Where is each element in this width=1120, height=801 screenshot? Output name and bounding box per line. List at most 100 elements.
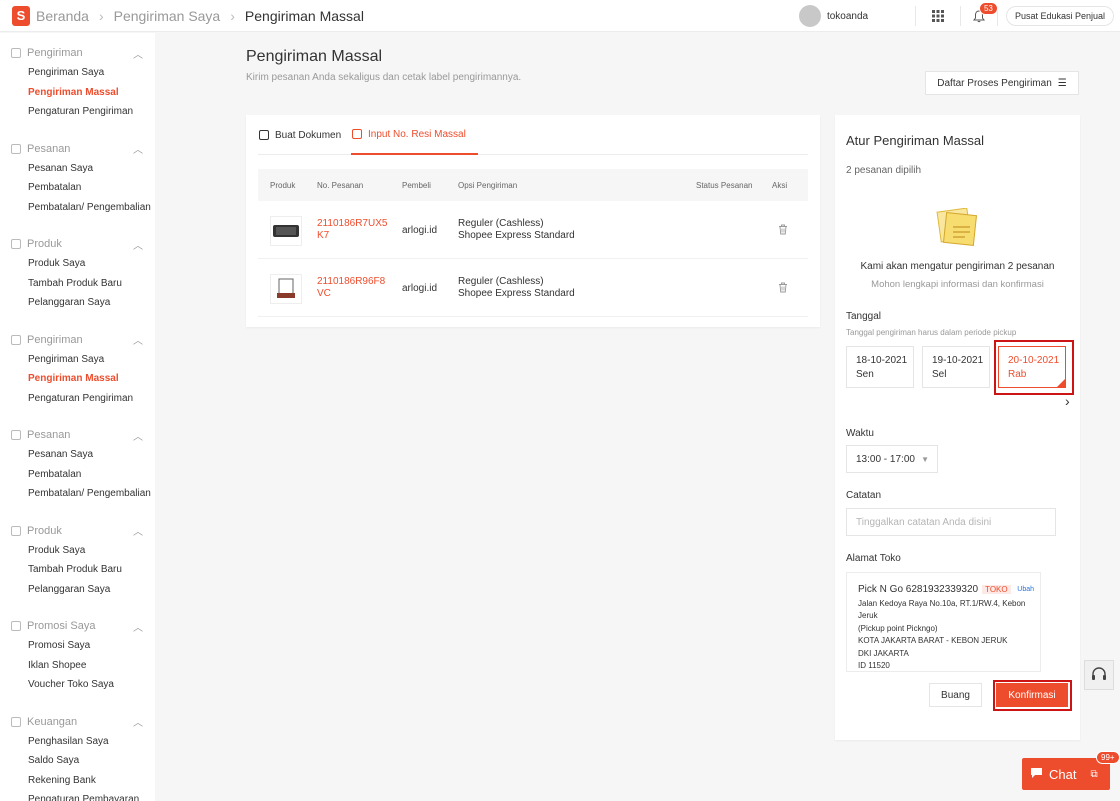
username[interactable]: tokoanda [827, 11, 915, 22]
sidebar-item-pesanan-saya[interactable]: Pesanan Saya [0, 159, 155, 179]
discard-button[interactable]: Buang [929, 683, 982, 707]
sidebar-group-pesanan-2: Pesanan ︿ Pesanan Saya Pembatalan Pembata… [0, 425, 155, 504]
sidebar-item-tambah-produk[interactable]: Tambah Produk Baru [0, 560, 155, 580]
sidebar-group-header[interactable]: Produk ︿ [0, 521, 155, 541]
sidebar-group-header[interactable]: Keuangan ︿ [0, 712, 155, 732]
chevron-up-icon[interactable]: ︿ [133, 619, 143, 634]
store-address-card: Pick N Go 6281932339320 TOKO Ubah Jalan K… [846, 572, 1041, 672]
shipping-process-list-button[interactable]: Daftar Proses Pengiriman ☰ [925, 71, 1079, 95]
sidebar-item-pembatalan[interactable]: Pembatalan [0, 465, 155, 485]
buyer-name: arlogi.id [402, 225, 438, 236]
chevron-up-icon[interactable]: ︿ [133, 714, 143, 729]
sidebar-item-voucher-toko[interactable]: Voucher Toko Saya [0, 675, 155, 695]
notification-bell-icon[interactable]: 53 [961, 1, 998, 23]
sidebar-group-header[interactable]: Pesanan ︿ [0, 425, 155, 445]
sidebar-item-produk-saya[interactable]: Produk Saya [0, 254, 155, 274]
sidebar-item-iklan-shopee[interactable]: Iklan Shopee [0, 656, 155, 676]
sidebar-item-pelanggaran[interactable]: Pelanggaran Saya [0, 293, 155, 313]
sidebar-item-produk-saya[interactable]: Produk Saya [0, 541, 155, 561]
date-option[interactable]: 19-10-2021 Sel [922, 346, 990, 388]
chevron-up-icon[interactable]: ︿ [133, 237, 143, 252]
column-header: Produk [270, 180, 296, 190]
edit-address-link[interactable]: Ubah [1017, 584, 1034, 597]
time-value: 13:00 - 17:00 [856, 453, 915, 465]
sidebar-item-rekening-bank[interactable]: Rekening Bank [0, 771, 155, 791]
shipping-icon [11, 48, 21, 58]
time-select[interactable]: 13:00 - 17:00 ▼ [846, 445, 938, 473]
chat-button[interactable]: Chat ⧉ [1022, 758, 1110, 790]
sidebar-group-header[interactable]: Pengiriman ︿ [0, 43, 155, 63]
order-number-link[interactable]: 2110186R7UX5K7 [317, 218, 389, 242]
sidebar-item-pengembalian[interactable]: Pembatalan/ Pengembalian [0, 198, 155, 218]
sidebar: Pengiriman ︿ Pengiriman Saya Pengiriman M… [0, 33, 155, 801]
sidebar-group-header[interactable]: Produk ︿ [0, 234, 155, 254]
avatar[interactable] [798, 5, 821, 27]
sidebar-item-pengaturan-pengiriman[interactable]: Pengaturan Pengiriman [0, 389, 155, 409]
chevron-up-icon[interactable]: ︿ [133, 428, 143, 443]
chevron-up-icon[interactable]: ︿ [133, 46, 143, 61]
shipping-option-line: Reguler (Cashless) [458, 218, 544, 229]
top-bar: S Beranda › Pengiriman Saya › Pengiriman… [0, 0, 1120, 32]
sidebar-item-pembatalan[interactable]: Pembatalan [0, 178, 155, 198]
chevron-down-icon: ▼ [921, 454, 929, 464]
breadcrumb-current: Pengiriman Massal [244, 7, 364, 24]
trash-icon[interactable] [778, 224, 788, 238]
sidebar-item-pelanggaran[interactable]: Pelanggaran Saya [0, 580, 155, 600]
headset-support-icon[interactable] [1084, 660, 1114, 690]
notification-badge: 53 [978, 1, 998, 15]
sidebar-item-pengiriman-saya[interactable]: Pengiriman Saya [0, 63, 155, 83]
product-thumbnail [270, 216, 302, 246]
date-option[interactable]: 18-10-2021 Sen [846, 346, 914, 388]
sidebar-item-pengiriman-saya[interactable]: Pengiriman Saya [0, 350, 155, 370]
tab-buat-dokumen[interactable]: Buat Dokumen [258, 115, 350, 155]
sidebar-group-pesanan: Pesanan ︿ Pesanan Saya Pembatalan Pembata… [0, 139, 155, 218]
mass-shipping-panel: Atur Pengiriman Massal 2 pesanan dipilih… [835, 115, 1080, 740]
breadcrumb-pengiriman-saya[interactable]: Pengiriman Saya [114, 8, 221, 24]
sidebar-item-pengaturan-pengiriman[interactable]: Pengaturan Pengiriman [0, 102, 155, 122]
column-header: No. Pesanan [317, 180, 364, 190]
table-row: 2110186R7UX5K7 arlogi.id Reguler (Cashle… [258, 202, 808, 259]
chevron-up-icon[interactable]: ︿ [133, 332, 143, 347]
highlight-outline [994, 340, 1074, 395]
sidebar-item-pengaturan-pembayaran[interactable]: Pengaturan Pembayaran [0, 790, 155, 801]
sidebar-item-pengiriman-massal[interactable]: Pengiriman Massal [0, 83, 155, 103]
sidebar-item-promosi-saya[interactable]: Promosi Saya [0, 636, 155, 656]
apps-grid-icon[interactable] [916, 10, 960, 22]
menu-lines-icon: ☰ [1057, 77, 1067, 89]
expand-window-icon[interactable]: ⧉ [1090, 769, 1097, 780]
chat-label: Chat [1049, 766, 1077, 782]
highlight-outline [993, 680, 1072, 711]
date-text: 18-10-2021 [856, 355, 908, 366]
orders-card: Buat Dokumen Input No. Resi Massal Produ… [246, 115, 820, 327]
sidebar-group-produk-2: Produk ︿ Produk Saya Tambah Produk Baru P… [0, 521, 155, 600]
document-edit-icon [352, 129, 362, 139]
sidebar-item-penghasilan[interactable]: Penghasilan Saya [0, 732, 155, 752]
address-line: KOTA JAKARTA BARAT - KEBON JERUK [858, 636, 1008, 645]
chevron-up-icon[interactable]: ︿ [133, 141, 143, 156]
shipping-option-line: Reguler (Cashless) [458, 276, 544, 287]
day-text: Sen [856, 369, 874, 380]
tab-input-resi-massal[interactable]: Input No. Resi Massal [351, 115, 478, 155]
table-header: Produk No. Pesanan Pembeli Opsi Pengirim… [258, 169, 808, 201]
sidebar-item-saldo[interactable]: Saldo Saya [0, 751, 155, 771]
sidebar-group-header[interactable]: Pengiriman ︿ [0, 330, 155, 350]
sidebar-item-tambah-produk[interactable]: Tambah Produk Baru [0, 274, 155, 294]
shopee-logo-icon[interactable]: S [12, 5, 30, 26]
sidebar-item-pengembalian[interactable]: Pembatalan/ Pengembalian [0, 484, 155, 504]
printer-icon [259, 130, 269, 140]
order-number-link[interactable]: 2110186R96F8VC [317, 276, 389, 300]
sidebar-item-pesanan-saya[interactable]: Pesanan Saya [0, 445, 155, 465]
chevron-up-icon[interactable]: ︿ [133, 523, 143, 538]
chat-unread-badge: 99+ [1096, 751, 1120, 764]
sidebar-group-header[interactable]: Promosi Saya ︿ [0, 616, 155, 636]
sidebar-item-pengiriman-massal[interactable]: Pengiriman Massal [0, 369, 155, 389]
chevron-right-icon[interactable]: › [1065, 393, 1070, 409]
seller-education-button[interactable]: Pusat Edukasi Penjual [1005, 6, 1114, 26]
shipping-process-list-label: Daftar Proses Pengiriman [937, 77, 1052, 89]
catatan-label: Catatan [846, 490, 882, 501]
orders-icon [11, 143, 21, 154]
trash-icon[interactable] [778, 282, 788, 296]
note-input[interactable]: Tinggalkan catatan Anda disini [846, 508, 1056, 536]
breadcrumb-home[interactable]: Beranda [36, 8, 89, 24]
sidebar-group-header[interactable]: Pesanan ︿ [0, 139, 155, 159]
